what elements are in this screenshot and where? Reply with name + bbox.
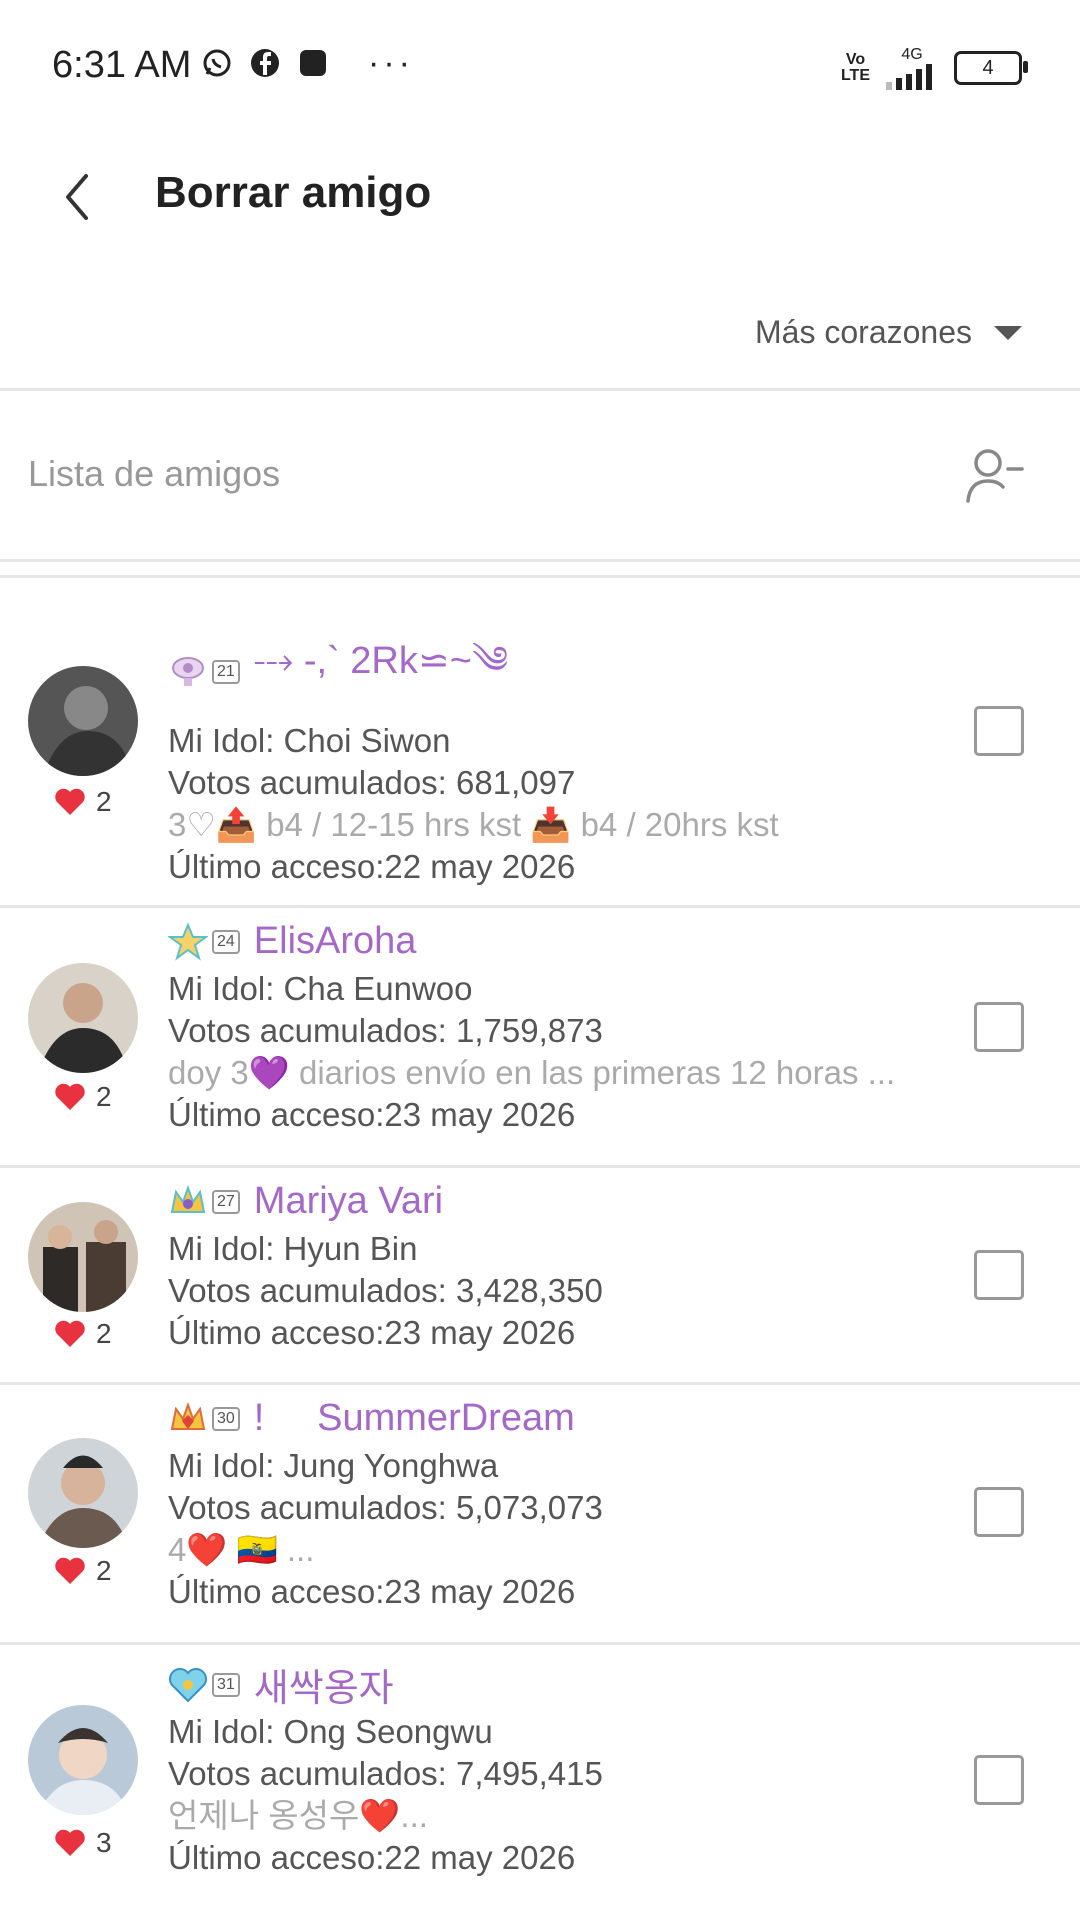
avatar [28,666,138,776]
whatsapp-icon [200,46,234,80]
notification-icons: ··· [200,46,414,80]
avatar [28,1705,138,1815]
level-badge: 31 [168,1665,240,1705]
friend-info: Mi Idol: Choi Siwon Votos acumulados: 68… [168,720,958,888]
gem-crown-icon [170,1401,206,1430]
friend-message: 4❤️ 🇪🇨 ... [168,1531,315,1568]
back-button[interactable] [52,162,112,232]
friend-last-access: Último acceso:22 may 2026 [168,848,576,885]
list-title: Lista de amigos [28,453,281,494]
status-time: 6:31 AM [52,44,192,86]
heart-icon [55,1557,85,1584]
heart-icon [55,1320,85,1347]
friend-list: 2 21 ⤏ -,` 2Rk⋍~༄ Mi Idol: Choi Siwon Vo… [0,578,1080,1915]
friend-votes: Votos acumulados: 7,495,415 [168,1755,603,1792]
friend-row[interactable]: 2 24 ElisAroha Mi Idol: Cha Eunwoo Votos… [0,908,1080,1168]
facebook-icon [248,46,282,80]
select-checkbox[interactable] [974,1755,1024,1805]
remove-user-button[interactable] [962,443,1028,509]
friend-info: Mi Idol: Ong Seongwu Votos acumulados: 7… [168,1711,958,1879]
avatar [28,1438,138,1548]
heart-icon [55,1829,85,1856]
friend-info: Mi Idol: Hyun Bin Votos acumulados: 3,42… [168,1228,603,1354]
friend-last-access: Último acceso:23 may 2026 [168,1314,576,1351]
battery-icon: 4 [954,51,1028,85]
app-header: Borrar amigo [0,130,1080,260]
friend-message: 언제나 옹성우❤️... [168,1797,428,1834]
sort-label: Más corazones [755,314,972,350]
friend-idol: Mi Idol: Choi Siwon [168,722,451,759]
select-checkbox[interactable] [974,706,1024,756]
system-icons: Vo LTE 4G 4 [840,46,1028,90]
caret-down-icon [994,325,1022,340]
heart-count: 2 [54,1081,112,1113]
heart-badge-icon [169,1667,207,1702]
select-checkbox[interactable] [974,1002,1024,1052]
friend-name: 24 ElisAroha [168,920,416,963]
level-badge: 27 [168,1182,240,1222]
level-badge: 24 [168,921,240,962]
sort-dropdown[interactable]: Más corazones [755,314,1022,351]
heart-count: 3 [54,1827,112,1859]
heart-icon [55,1083,85,1110]
friend-idol: Mi Idol: Jung Yonghwa [168,1447,499,1484]
heart-icon [55,788,85,815]
heart-count: 2 [54,1555,112,1587]
friend-votes: Votos acumulados: 681,097 [168,764,576,801]
friend-name: 31 새싹옹자 [168,1657,394,1712]
sort-bar: Más corazones [0,290,1080,391]
friend-message: doy 3💜 diarios envío en las primeras 12 … [168,1054,896,1091]
friend-row[interactable]: 2 30 ! SummerDream Mi Idol: Jung Yonghwa… [0,1385,1080,1645]
friend-last-access: Último acceso:22 may 2026 [168,1839,576,1876]
friend-idol: Mi Idol: Ong Seongwu [168,1713,493,1750]
trophy-icon [172,656,204,686]
crown-icon [170,1184,206,1213]
level-badge: 30 [168,1399,240,1439]
friend-votes: Votos acumulados: 5,073,073 [168,1489,603,1526]
friend-name: 21 ⤏ -,` 2Rk⋍~༄ [168,618,508,725]
avatar [28,1202,138,1312]
select-checkbox[interactable] [974,1250,1024,1300]
volte-icon: Vo LTE [840,51,870,84]
friend-last-access: Último acceso:23 may 2026 [168,1573,576,1610]
friend-name: 30 ! SummerDream [168,1397,575,1440]
friend-last-access: Último acceso:23 may 2026 [168,1096,576,1133]
level-badge: 21 [168,652,240,692]
remove-user-icon [966,449,1024,503]
signal-icon: 4G [884,46,940,90]
status-bar: 6:31 AM ··· Vo LTE 4G 4 [0,0,1080,130]
friend-votes: Votos acumulados: 1,759,873 [168,1012,603,1049]
friend-name: 27 Mariya Vari [168,1180,443,1223]
friend-row[interactable]: 2 27 Mariya Vari Mi Idol: Hyun Bin Votos… [0,1168,1080,1385]
app-icon [296,46,330,80]
page-title: Borrar amigo [155,168,432,217]
friend-info: Mi Idol: Jung Yonghwa Votos acumulados: … [168,1445,958,1613]
star-icon [168,921,208,961]
heart-count: 2 [54,1318,112,1350]
more-notifications-icon: ··· [368,44,414,82]
select-checkbox[interactable] [974,1487,1024,1537]
avatar [28,963,138,1073]
friend-idol: Mi Idol: Hyun Bin [168,1230,418,1267]
chevron-left-icon [66,174,88,220]
friend-list-header: Lista de amigos [0,391,1080,562]
friend-message: 3♡📤 b4 / 12-15 hrs kst 📥 b4 / 20hrs kst [168,806,779,843]
friend-votes: Votos acumulados: 3,428,350 [168,1272,603,1309]
friend-info: Mi Idol: Cha Eunwoo Votos acumulados: 1,… [168,968,958,1136]
heart-count: 2 [54,786,112,818]
friend-row[interactable]: 3 31 새싹옹자 Mi Idol: Ong Seongwu Votos acu… [0,1645,1080,1915]
friend-idol: Mi Idol: Cha Eunwoo [168,970,473,1007]
friend-row[interactable]: 2 21 ⤏ -,` 2Rk⋍~༄ Mi Idol: Choi Siwon Vo… [0,578,1080,908]
